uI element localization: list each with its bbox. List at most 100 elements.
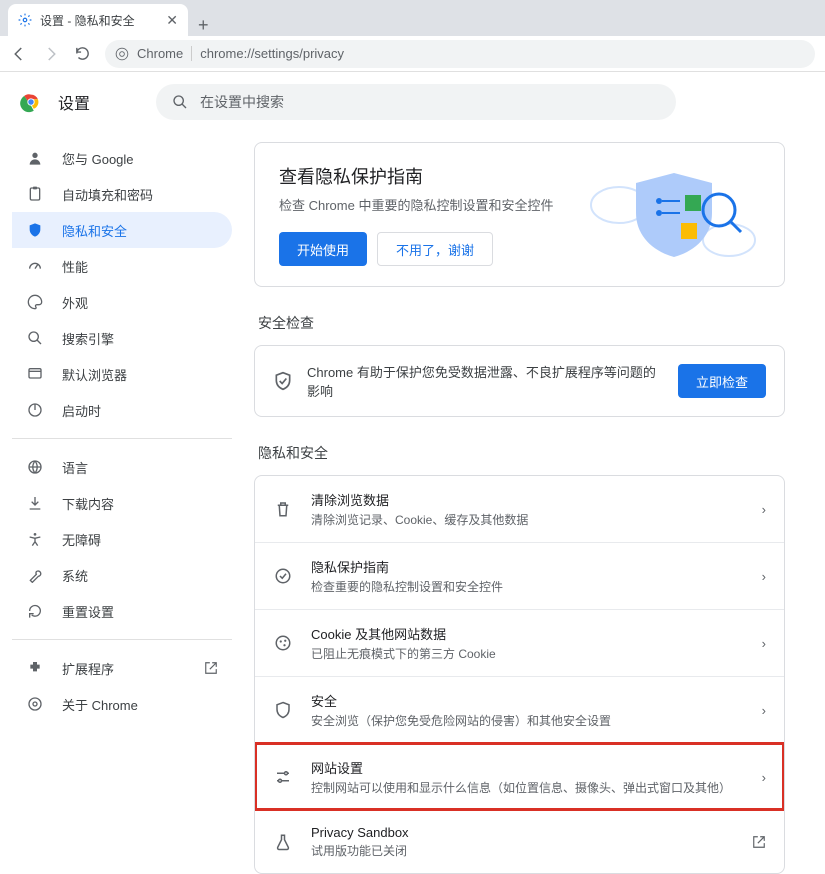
sidebar-item-search-engine[interactable]: 搜索引擎 (12, 320, 232, 356)
item-subtitle: 清除浏览记录、Cookie、缓存及其他数据 (311, 511, 744, 528)
item-title: 清除浏览数据 (311, 490, 744, 509)
reload-button[interactable] (74, 45, 91, 62)
item-title: Privacy Sandbox (311, 825, 734, 840)
speedometer-icon (26, 258, 44, 274)
tune-icon (273, 768, 293, 786)
omnibox-scheme: Chrome (137, 46, 192, 61)
download-icon (26, 495, 44, 511)
item-title: 隐私保护指南 (311, 557, 744, 576)
guide-start-button[interactable]: 开始使用 (279, 232, 367, 266)
settings-search[interactable]: 在设置中搜索 (156, 84, 676, 120)
sidebar-item-appearance[interactable]: 外观 (12, 284, 232, 320)
item-subtitle: 已阻止无痕模式下的第三方 Cookie (311, 645, 744, 662)
sidebar-item-accessibility[interactable]: 无障碍 (12, 521, 232, 557)
privacy-guide-card: 查看隐私保护指南 检查 Chrome 中重要的隐私控制设置和安全控件 开始使用 … (254, 142, 785, 287)
shield-icon (26, 222, 44, 238)
chrome-outline-icon (26, 696, 44, 712)
sidebar-item-system[interactable]: 系统 (12, 557, 232, 593)
close-tab-icon[interactable]: ✕ (166, 12, 178, 29)
chevron-right-icon: › (762, 502, 766, 517)
search-icon (172, 94, 188, 110)
guide-illustration (584, 163, 764, 266)
divider (12, 639, 232, 640)
sidebar-label: 系统 (62, 566, 88, 585)
sidebar-label: 关于 Chrome (62, 695, 138, 714)
sidebar-item-performance[interactable]: 性能 (12, 248, 232, 284)
item-subtitle: 检查重要的隐私控制设置和安全控件 (311, 578, 744, 595)
sidebar-label: 默认浏览器 (62, 365, 127, 384)
sidebar-item-downloads[interactable]: 下载内容 (12, 485, 232, 521)
sidebar-label: 自动填充和密码 (62, 185, 153, 204)
chrome-logo-icon (20, 91, 42, 113)
sidebar-label: 性能 (62, 257, 88, 276)
gear-icon (18, 13, 32, 27)
item-site-settings[interactable]: 网站设置控制网站可以使用和显示什么信息（如位置信息、摄像头、弹出式窗口及其他） … (255, 743, 784, 810)
main-content: 查看隐私保护指南 检查 Chrome 中重要的隐私控制设置和安全控件 开始使用 … (240, 132, 825, 874)
sidebar-label: 扩展程序 (62, 659, 114, 678)
shield-check-icon (273, 371, 293, 391)
sidebar-item-extensions[interactable]: 扩展程序 (12, 650, 232, 686)
chrome-icon (115, 47, 129, 61)
accessibility-icon (26, 531, 44, 547)
palette-icon (26, 294, 44, 310)
sidebar-item-languages[interactable]: 语言 (12, 449, 232, 485)
address-bar: Chrome chrome://settings/privacy (0, 36, 825, 72)
trash-icon (273, 500, 293, 518)
search-placeholder: 在设置中搜索 (200, 92, 284, 112)
sidebar-label: 语言 (62, 458, 88, 477)
chevron-right-icon: › (762, 569, 766, 584)
omnibox[interactable]: Chrome chrome://settings/privacy (105, 40, 815, 68)
item-clear-browsing-data[interactable]: 清除浏览数据清除浏览记录、Cookie、缓存及其他数据 › (255, 476, 784, 542)
privacy-list: 清除浏览数据清除浏览记录、Cookie、缓存及其他数据 › 隐私保护指南检查重要… (254, 475, 785, 874)
reset-icon (26, 603, 44, 619)
sidebar: 您与 Google 自动填充和密码 隐私和安全 性能 外观 搜索引擎 默认浏览器… (0, 132, 240, 874)
sidebar-label: 搜索引擎 (62, 329, 114, 348)
sidebar-item-default-browser[interactable]: 默认浏览器 (12, 356, 232, 392)
sidebar-label: 隐私和安全 (62, 221, 127, 240)
cookie-icon (273, 634, 293, 652)
browser-tab[interactable]: 设置 - 隐私和安全 ✕ (8, 4, 188, 36)
item-privacy-guide[interactable]: 隐私保护指南检查重要的隐私控制设置和安全控件 › (255, 542, 784, 609)
extension-icon (26, 660, 44, 676)
chevron-right-icon: › (762, 636, 766, 651)
sidebar-label: 您与 Google (62, 149, 134, 168)
guide-title: 查看隐私保护指南 (279, 163, 574, 189)
guide-dismiss-button[interactable]: 不用了，谢谢 (377, 232, 493, 266)
external-link-icon (204, 661, 218, 675)
chevron-right-icon: › (762, 703, 766, 718)
sidebar-item-privacy[interactable]: 隐私和安全 (12, 212, 232, 248)
item-cookies[interactable]: Cookie 及其他网站数据已阻止无痕模式下的第三方 Cookie › (255, 609, 784, 676)
globe-icon (26, 459, 44, 475)
omnibox-url: chrome://settings/privacy (200, 46, 344, 61)
safety-check-button[interactable]: 立即检查 (678, 364, 766, 398)
item-subtitle: 试用版功能已关闭 (311, 842, 734, 859)
guide-subtitle: 检查 Chrome 中重要的隐私控制设置和安全控件 (279, 195, 574, 214)
item-subtitle: 安全浏览（保护您免受危险网站的侵害）和其他安全设置 (311, 712, 744, 729)
safety-check-card: Chrome 有助于保护您免受数据泄露、不良扩展程序等问题的影响 立即检查 (254, 345, 785, 417)
safety-check-text: Chrome 有助于保护您免受数据泄露、不良扩展程序等问题的影响 (307, 362, 664, 400)
new-tab-button[interactable]: + (188, 15, 219, 36)
clipboard-icon (26, 186, 44, 202)
page-header: 设置 在设置中搜索 (0, 72, 825, 132)
page-title: 设置 (58, 90, 90, 114)
shield-icon (273, 701, 293, 719)
item-title: Cookie 及其他网站数据 (311, 624, 744, 643)
sidebar-item-reset[interactable]: 重置设置 (12, 593, 232, 629)
sidebar-item-on-startup[interactable]: 启动时 (12, 392, 232, 428)
sidebar-label: 外观 (62, 293, 88, 312)
item-subtitle: 控制网站可以使用和显示什么信息（如位置信息、摄像头、弹出式窗口及其他） (311, 779, 744, 796)
item-privacy-sandbox[interactable]: Privacy Sandbox 试用版功能已关闭 (255, 810, 784, 873)
section-privacy-security: 隐私和安全 (258, 443, 785, 463)
external-link-icon (752, 835, 766, 849)
item-security[interactable]: 安全安全浏览（保护您免受危险网站的侵害）和其他安全设置 › (255, 676, 784, 743)
sidebar-item-autofill[interactable]: 自动填充和密码 (12, 176, 232, 212)
sidebar-label: 启动时 (62, 401, 101, 420)
checklist-icon (273, 567, 293, 585)
sidebar-item-about[interactable]: 关于 Chrome (12, 686, 232, 722)
browser-icon (26, 366, 44, 382)
sidebar-item-you-and-google[interactable]: 您与 Google (12, 140, 232, 176)
flask-icon (273, 833, 293, 851)
power-icon (26, 402, 44, 418)
forward-button[interactable] (42, 45, 60, 63)
back-button[interactable] (10, 45, 28, 63)
